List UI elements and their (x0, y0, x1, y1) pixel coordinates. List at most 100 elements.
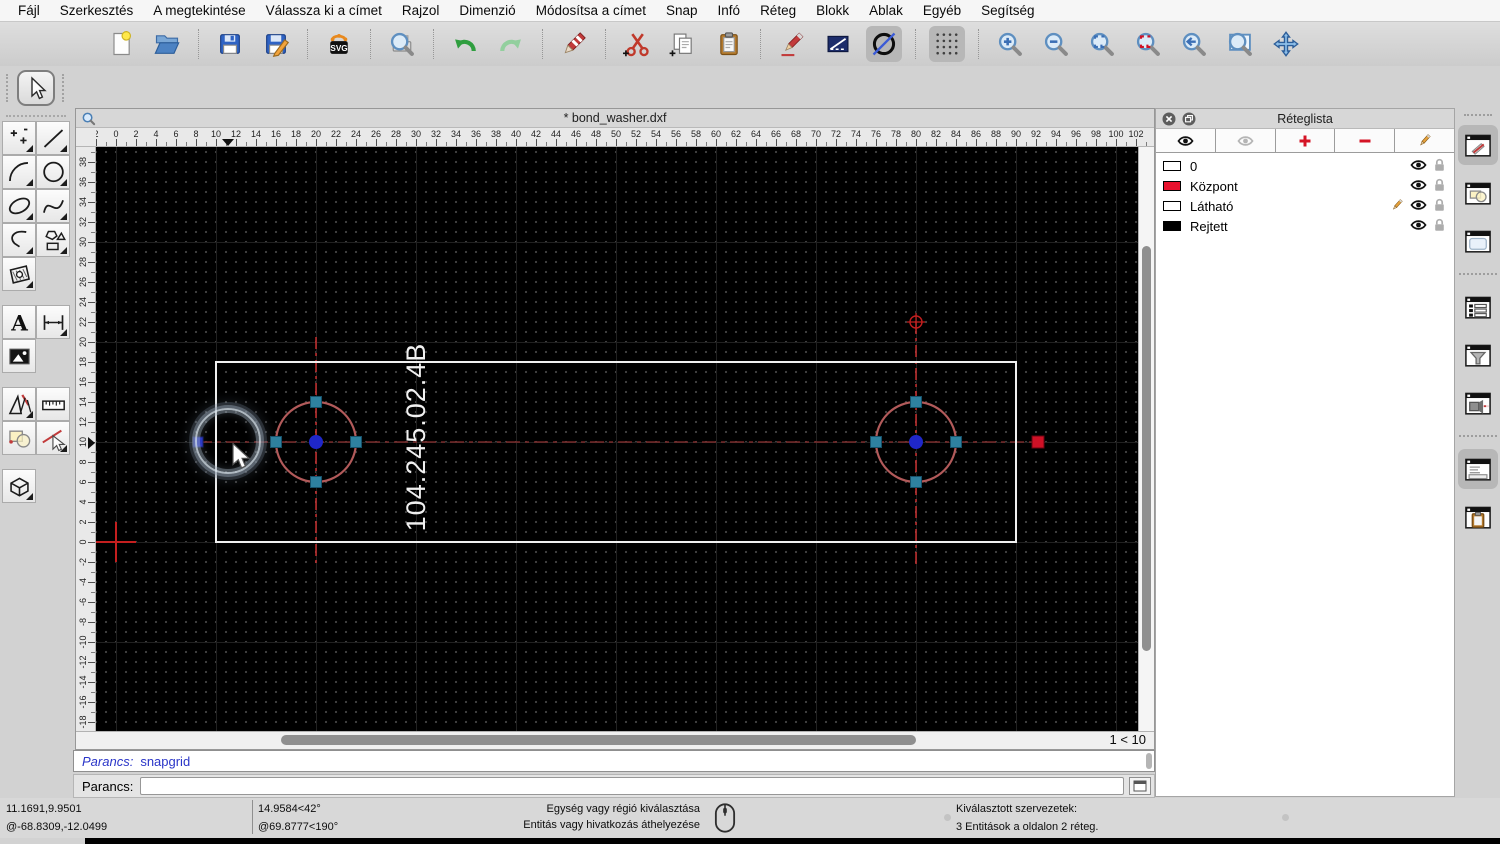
tool-line-button[interactable] (36, 121, 70, 155)
snap-grid-button[interactable] (929, 26, 965, 62)
layer-visibility-icon[interactable] (1404, 198, 1427, 215)
menu-snap[interactable]: Snap (656, 3, 708, 18)
menu-ablak[interactable]: Ablak (859, 3, 913, 18)
selection-handle (270, 436, 282, 448)
save-file-as-button[interactable] (258, 26, 294, 62)
zoom-window-button[interactable] (1222, 26, 1258, 62)
command-options-button[interactable] (1129, 777, 1151, 795)
dock-pen-window-button[interactable] (1457, 125, 1498, 165)
hide-all-layers-button[interactable] (1216, 129, 1276, 152)
tool-polyline-button[interactable] (2, 223, 36, 257)
drawing-canvas[interactable]: 104.245.02.4B (96, 147, 1138, 731)
layer-visibility-icon[interactable] (1404, 158, 1427, 175)
command-history-scrollbar[interactable] (1146, 753, 1152, 769)
tool-modify-button[interactable] (2, 421, 36, 455)
undo-button[interactable] (447, 26, 483, 62)
layer-row-látható[interactable]: Látható (1156, 196, 1454, 216)
menu-f-jl[interactable]: Fájl (8, 3, 50, 18)
new-file-button[interactable] (103, 26, 139, 62)
tool-text-button[interactable]: A (2, 305, 36, 339)
properties-button[interactable] (866, 26, 902, 62)
dock-shapes-window-button[interactable] (1458, 173, 1498, 213)
tool-polygon-button[interactable] (36, 223, 70, 257)
dock-drag-handle[interactable] (62, 74, 65, 102)
export-svg-button[interactable]: SVG (321, 26, 357, 62)
menu-szerkeszt-s[interactable]: Szerkesztés (50, 3, 144, 18)
remove-layer-button[interactable] (1335, 129, 1396, 152)
dock-wall-window-button[interactable] (1458, 383, 1498, 423)
tool-arc-button[interactable] (2, 155, 36, 189)
ruler-label: -4 (78, 578, 88, 587)
tool-ellipse-button[interactable] (2, 189, 36, 223)
tool-image-button[interactable] (2, 339, 36, 373)
menu-seg-ts-g[interactable]: Segítség (971, 3, 1044, 18)
menu-a-megtekint-se[interactable]: A megtekintése (143, 3, 255, 18)
layer-lock-icon[interactable] (1427, 218, 1446, 235)
menu-rajzol[interactable]: Rajzol (392, 3, 450, 18)
paste-button[interactable] (711, 26, 747, 62)
menu-r-teg[interactable]: Réteg (750, 3, 806, 18)
save-file-button[interactable] (212, 26, 248, 62)
vertical-scrollbar-thumb[interactable] (1142, 246, 1151, 651)
layer-lock-icon[interactable] (1427, 198, 1446, 215)
edit-layer-button[interactable] (1395, 129, 1454, 152)
add-layer-button[interactable] (1276, 129, 1336, 152)
menu-egy-b[interactable]: Egyéb (913, 3, 971, 18)
layer-panel-titlebar[interactable]: Réteglista (1156, 109, 1454, 129)
selection-arrow-button[interactable] (17, 70, 55, 106)
tool-hatch-button[interactable] (2, 257, 36, 291)
layer-visibility-icon[interactable] (1404, 178, 1427, 195)
close-icon[interactable] (1162, 112, 1176, 126)
ruler-label: 24 (78, 297, 88, 308)
zoom-pan-icon (1273, 31, 1299, 57)
cut-button[interactable] (619, 26, 655, 62)
menu-m-dos-tsa-a-c-met[interactable]: Módosítsa a címet (526, 3, 656, 18)
layer-visibility-icon[interactable] (1404, 218, 1427, 235)
menu-v-lassza-ki-a-c-met[interactable]: Válassza ki a címet (256, 3, 392, 18)
tool-cad-tools-button[interactable] (2, 387, 36, 421)
horizontal-scrollbar[interactable]: 1 < 10 (76, 731, 1154, 749)
layer-row-központ[interactable]: Központ (1156, 176, 1454, 196)
layer-lock-icon[interactable] (1427, 178, 1446, 195)
dock-drag-handle[interactable] (1463, 114, 1492, 116)
palette-separator (6, 115, 66, 117)
layer-row-rejtett[interactable]: Rejtett (1156, 216, 1454, 236)
dock-filter-window-button[interactable] (1458, 335, 1498, 375)
show-all-layers-button[interactable] (1156, 129, 1216, 152)
copy-button[interactable] (665, 26, 701, 62)
redo-button[interactable] (493, 26, 529, 62)
dock-blank-window-button[interactable] (1458, 221, 1498, 261)
attributes-button[interactable] (820, 26, 856, 62)
zoom-pan-button[interactable] (1268, 26, 1304, 62)
zoom-previous-button[interactable] (1176, 26, 1212, 62)
zoom-in-button[interactable] (992, 26, 1028, 62)
tool-select-button[interactable] (36, 421, 70, 455)
open-file-button[interactable] (149, 26, 185, 62)
tool-circle-button[interactable] (36, 155, 70, 189)
float-panel-icon[interactable] (1182, 112, 1196, 126)
dock-clipboard-window-button[interactable] (1458, 497, 1498, 537)
tool-points-button[interactable] (2, 121, 36, 155)
zoom-selected-button[interactable] (1130, 26, 1166, 62)
tool-spline-button[interactable] (36, 189, 70, 223)
delete-eraser-button[interactable] (556, 26, 592, 62)
print-preview-button[interactable] (384, 26, 420, 62)
layer-row-0[interactable]: 0 (1156, 156, 1454, 176)
tool-measure-button[interactable] (36, 387, 70, 421)
command-input[interactable] (140, 777, 1124, 795)
menu-dimenzi-[interactable]: Dimenzió (449, 3, 525, 18)
dock-command-window-button[interactable] (1457, 449, 1498, 489)
tool-box-3d-button[interactable] (2, 469, 36, 503)
pen-button[interactable] (774, 26, 810, 62)
menu-blokk[interactable]: Blokk (806, 3, 859, 18)
zoom-out-button[interactable] (1038, 26, 1074, 62)
dock-list-window-button[interactable] (1458, 287, 1498, 327)
dock-drag-handle[interactable] (6, 74, 9, 102)
tool-dimension-button[interactable] (36, 305, 70, 339)
zoom-auto-button[interactable] (1084, 26, 1120, 62)
document-titlebar[interactable]: * bond_washer.dxf (76, 109, 1154, 128)
horizontal-scrollbar-thumb[interactable] (281, 735, 916, 745)
menu-inf-[interactable]: Infó (708, 3, 751, 18)
layer-lock-icon[interactable] (1427, 158, 1446, 175)
vertical-scrollbar[interactable] (1138, 147, 1154, 731)
